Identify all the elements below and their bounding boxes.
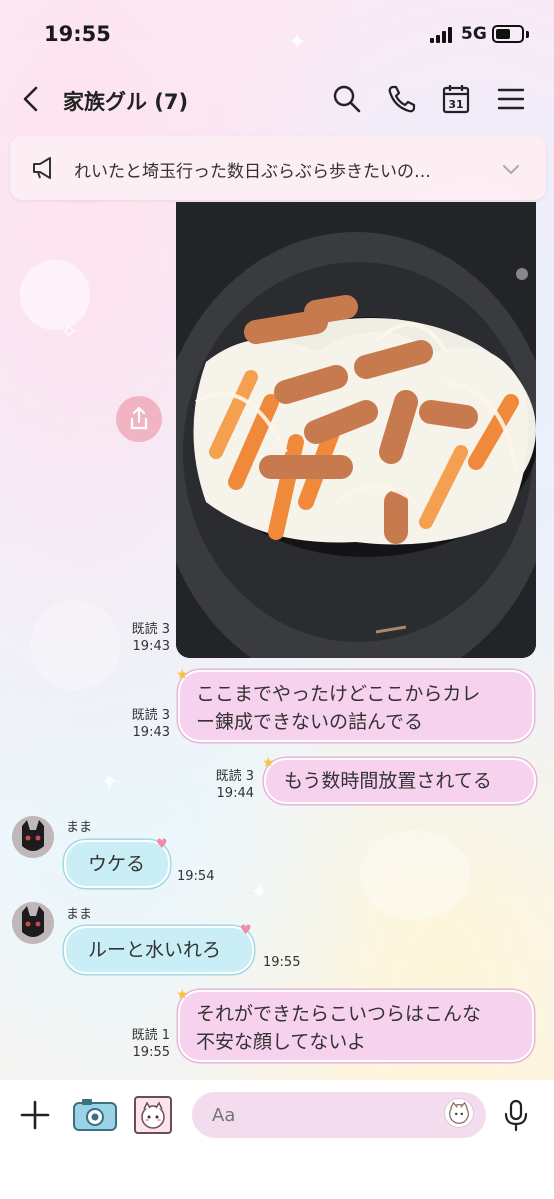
their-message-bubble[interactable]: ウケる bbox=[64, 840, 170, 888]
message-time: 19:55 bbox=[263, 955, 301, 970]
photo-meta: 既読 3 19:43 bbox=[120, 621, 170, 655]
avatar[interactable] bbox=[12, 816, 54, 858]
calendar-icon[interactable]: 31 bbox=[439, 82, 473, 116]
search-icon[interactable] bbox=[330, 82, 364, 116]
read-receipt: 既読 3 bbox=[215, 769, 254, 784]
network-label: 5G bbox=[461, 24, 487, 44]
background-sparkle bbox=[30, 600, 120, 690]
calendar-day: 31 bbox=[448, 98, 463, 111]
message-time: 19:54 bbox=[177, 869, 215, 884]
bubble-star-decor: ★ bbox=[262, 755, 275, 771]
message-meta: 既読 1 19:55 bbox=[120, 1027, 170, 1061]
avatar[interactable] bbox=[12, 902, 54, 944]
read-receipt: 既読 1 bbox=[131, 1028, 170, 1043]
message-text: もう数時間放置されてる bbox=[284, 770, 492, 792]
emoji-sticker-icon bbox=[449, 1101, 469, 1124]
my-message-bubble[interactable]: ここまでやったけどここからカレ ー錬成できないの詰んでる bbox=[178, 670, 534, 742]
message-input-bar bbox=[0, 1080, 554, 1199]
sender-name: まま bbox=[66, 820, 93, 835]
bubble-heart-decor: ♥ bbox=[156, 837, 168, 852]
message-text: ルーと水いれろ bbox=[88, 939, 222, 961]
my-message-bubble[interactable]: それができたらこいつらはこんな 不安な顔してないよ bbox=[178, 990, 534, 1062]
background-star: ✦ bbox=[250, 880, 269, 905]
plus-icon[interactable] bbox=[18, 1098, 52, 1132]
message-time: 19:43 bbox=[132, 639, 170, 654]
phone-icon[interactable] bbox=[385, 82, 419, 116]
message-meta: 既読 3 19:44 bbox=[204, 768, 254, 802]
announcement-text: れいたと埼玉行った数日ぶらぶら歩きたいの… bbox=[74, 162, 431, 182]
camera-icon[interactable] bbox=[72, 1097, 118, 1133]
bubble-star-decor: ★ bbox=[176, 987, 189, 1003]
my-message-bubble[interactable]: もう数時間放置されてる bbox=[264, 758, 536, 804]
gallery-icon[interactable] bbox=[133, 1095, 173, 1135]
chat-header: 家族グル (7) 31 bbox=[0, 72, 554, 128]
message-input[interactable] bbox=[192, 1092, 486, 1138]
sticker-button[interactable] bbox=[444, 1098, 474, 1128]
their-message-bubble[interactable]: ルーと水いれろ bbox=[64, 926, 254, 974]
signal-icon bbox=[430, 27, 456, 43]
background-sparkle bbox=[360, 830, 470, 920]
chat-title[interactable]: 家族グル (7) bbox=[63, 86, 188, 116]
chevron-down-icon[interactable] bbox=[500, 158, 522, 180]
background-star: ✦ bbox=[100, 770, 119, 795]
photo-message[interactable] bbox=[176, 202, 536, 658]
bubble-heart-decor: ♥ bbox=[240, 923, 252, 938]
announcement-banner[interactable]: れいたと埼玉行った数日ぶらぶら歩きたいの… bbox=[10, 136, 546, 200]
share-icon bbox=[130, 406, 148, 430]
menu-icon[interactable] bbox=[494, 82, 528, 116]
read-receipt: 既読 3 bbox=[131, 622, 170, 637]
cooking-pot-photo bbox=[176, 202, 536, 658]
background-star: ✧ bbox=[60, 320, 79, 345]
read-receipt: 既読 3 bbox=[131, 708, 170, 723]
message-time: 19:55 bbox=[132, 1045, 170, 1060]
message-time: 19:43 bbox=[132, 725, 170, 740]
back-arrow-icon[interactable] bbox=[16, 82, 46, 116]
megaphone-icon bbox=[33, 157, 51, 179]
share-button[interactable] bbox=[116, 396, 162, 442]
background-sparkle bbox=[20, 260, 90, 330]
message-text: ウケる bbox=[88, 853, 146, 875]
bubble-star-decor: ★ bbox=[176, 667, 189, 683]
message-line: ここまでやったけどここからカレ bbox=[196, 683, 481, 705]
message-meta: 既読 3 19:43 bbox=[120, 707, 170, 741]
microphone-icon[interactable] bbox=[502, 1098, 530, 1132]
sender-name: まま bbox=[66, 907, 93, 922]
status-time: 19:55 bbox=[44, 22, 111, 46]
battery-tip bbox=[526, 31, 529, 38]
message-line: 不安な顔してないよ bbox=[196, 1031, 367, 1053]
message-line: ー錬成できないの詰んでる bbox=[196, 711, 424, 733]
battery-icon bbox=[492, 25, 524, 43]
message-line: それができたらこいつらはこんな bbox=[196, 1003, 482, 1025]
status-bar: 19:55 5G bbox=[0, 0, 554, 70]
message-time: 19:44 bbox=[216, 786, 254, 801]
